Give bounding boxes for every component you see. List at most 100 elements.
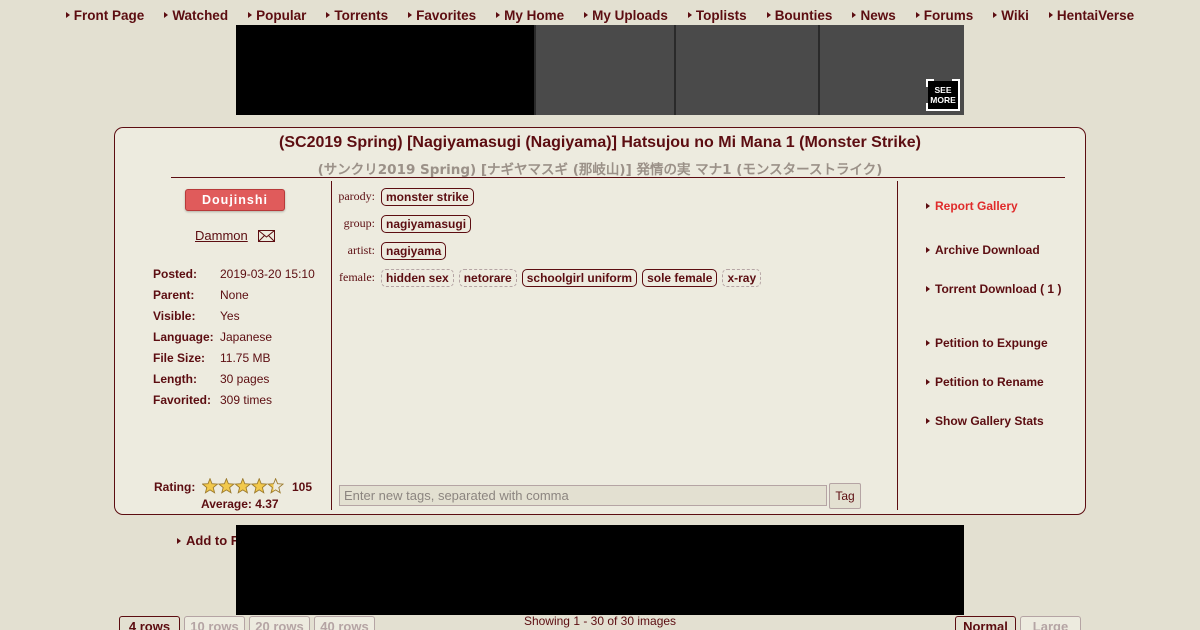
gallery-panel: (SC2019 Spring) [Nagiyamasugi (Nagiyama)… bbox=[114, 127, 1086, 548]
meta-value: None bbox=[220, 287, 249, 302]
rating-star-icon[interactable] bbox=[217, 478, 235, 494]
action-label: Report Gallery bbox=[935, 199, 1018, 213]
mail-icon[interactable] bbox=[258, 230, 275, 242]
meta-value: 2019-03-20 15:10 bbox=[220, 266, 315, 281]
nav-label: Popular bbox=[256, 7, 307, 23]
meta-row: Length: 30 pages bbox=[153, 368, 333, 389]
ad-image bbox=[674, 25, 818, 115]
petition-rename-link[interactable]: Petition to Rename bbox=[926, 375, 1044, 389]
gallery-stats-link[interactable]: Show Gallery Stats bbox=[926, 414, 1044, 428]
column-divider bbox=[331, 181, 332, 510]
arrow-icon bbox=[766, 12, 771, 18]
category-badge[interactable]: Doujinshi bbox=[185, 189, 285, 211]
tag[interactable]: hidden sex bbox=[381, 268, 454, 287]
ad-image bbox=[534, 25, 674, 115]
meta-value: 30 pages bbox=[220, 371, 270, 386]
tag[interactable]: x-ray bbox=[722, 268, 762, 287]
tag-namespace: parody: bbox=[338, 189, 375, 203]
petition-expunge-link[interactable]: Petition to Expunge bbox=[926, 336, 1048, 350]
tag[interactable]: schoolgirl uniform bbox=[521, 268, 638, 287]
see-more-text: MORE bbox=[930, 95, 956, 105]
see-more-button[interactable]: SEE MORE bbox=[926, 79, 960, 111]
tag[interactable]: sole female bbox=[642, 268, 718, 287]
arrow-icon bbox=[687, 12, 692, 18]
meta-key: Length: bbox=[153, 371, 197, 386]
nav-label: Toplists bbox=[695, 7, 747, 23]
arrow-icon bbox=[408, 12, 413, 18]
arrow-icon bbox=[993, 12, 998, 18]
arrow-icon bbox=[1048, 12, 1053, 18]
nav-my-uploads[interactable]: My Uploads bbox=[584, 8, 668, 23]
arrow-icon bbox=[926, 286, 930, 292]
nav-wiki[interactable]: Wiki bbox=[993, 8, 1029, 23]
title-divider bbox=[171, 177, 1065, 178]
see-more-text: SEE bbox=[934, 85, 952, 95]
nav-favorites[interactable]: Favorites bbox=[408, 8, 476, 23]
nav-label: Bounties bbox=[774, 7, 833, 23]
arrow-icon bbox=[584, 12, 589, 18]
meta-row: Visible: Yes bbox=[153, 305, 333, 326]
arrow-icon bbox=[926, 340, 930, 346]
rating-stars[interactable] bbox=[202, 478, 284, 494]
archive-download-link[interactable]: Archive Download bbox=[926, 243, 1040, 257]
nav-toplists[interactable]: Toplists bbox=[687, 7, 747, 23]
thumb-size-normal[interactable]: Normal bbox=[955, 616, 1016, 630]
tag[interactable]: nagiyama bbox=[381, 241, 447, 260]
action-label: Archive Download bbox=[935, 243, 1040, 257]
rating-star-icon[interactable] bbox=[202, 478, 219, 494]
arrow-icon bbox=[915, 12, 920, 18]
top-nav: Front Page Watched Popular Torrents Favo… bbox=[0, 4, 1200, 26]
meta-key: Favorited: bbox=[153, 392, 212, 407]
nav-label: Forums bbox=[923, 7, 974, 23]
nav-label: Front Page bbox=[73, 7, 145, 23]
nav-bounties[interactable]: Bounties bbox=[766, 7, 833, 23]
arrow-icon bbox=[852, 12, 857, 18]
tag-submit-button[interactable]: Tag bbox=[829, 483, 861, 509]
new-tags-input[interactable]: Enter new tags, separated with comma bbox=[339, 485, 827, 506]
nav-label: Watched bbox=[172, 7, 229, 23]
action-label: Show Gallery Stats bbox=[935, 414, 1044, 428]
tag[interactable]: netorare bbox=[458, 268, 517, 287]
nav-news[interactable]: News bbox=[852, 7, 896, 23]
tag[interactable]: nagiyamasugi bbox=[381, 214, 472, 233]
nav-forums[interactable]: Forums bbox=[915, 7, 974, 23]
tag-row-female: female: hidden sex netorare schoolgirl u… bbox=[333, 264, 893, 291]
ad-banner-bottom[interactable] bbox=[236, 525, 964, 615]
report-gallery-link[interactable]: Report Gallery bbox=[926, 199, 1018, 213]
action-label: Petition to Rename bbox=[935, 375, 1044, 389]
arrow-icon bbox=[926, 418, 930, 424]
gallery-title-japanese: (サンクリ2019 Spring) [ナギヤマスギ (那岐山)] 発情の実 マナ… bbox=[317, 162, 883, 178]
rating-star-icon[interactable] bbox=[267, 478, 284, 494]
thumb-size-large[interactable]: Large bbox=[1020, 616, 1081, 630]
ad-banner[interactable]: SEE MORE bbox=[236, 25, 964, 115]
frame-corner bbox=[926, 103, 934, 111]
tag[interactable]: monster strike bbox=[381, 187, 474, 206]
meta-key: File Size: bbox=[153, 350, 206, 365]
nav-popular[interactable]: Popular bbox=[248, 8, 306, 23]
nav-label: My Uploads bbox=[592, 7, 668, 23]
nav-front-page[interactable]: Front Page bbox=[65, 7, 145, 23]
rating-star-icon[interactable] bbox=[234, 478, 252, 494]
arrow-icon bbox=[177, 537, 181, 544]
arrow-icon bbox=[326, 12, 331, 18]
nav-watched[interactable]: Watched bbox=[164, 8, 228, 23]
tag-namespace: group: bbox=[343, 216, 375, 230]
meta-row: Parent: None bbox=[153, 284, 333, 305]
nav-label: HentaiVerse bbox=[1056, 7, 1135, 23]
meta-value: 309 times bbox=[220, 392, 273, 407]
nav-torrents[interactable]: Torrents bbox=[326, 8, 388, 23]
uploader-link[interactable]: Dammon bbox=[195, 228, 248, 243]
torrent-download-link[interactable]: Torrent Download ( 1 ) bbox=[926, 282, 1061, 296]
action-label: Torrent Download ( 1 ) bbox=[935, 282, 1062, 296]
nav-label: News bbox=[860, 7, 896, 23]
nav-hentaiverse[interactable]: HentaiVerse bbox=[1048, 7, 1135, 23]
arrow-icon bbox=[926, 203, 930, 209]
nav-my-home[interactable]: My Home bbox=[496, 8, 564, 23]
frame-corner bbox=[952, 79, 960, 87]
gallery-info: Doujinshi Dammon Posted: 2019-03-20 15:10… bbox=[115, 181, 333, 548]
meta-row: Language: Japanese bbox=[153, 326, 333, 347]
nav-label: Favorites bbox=[416, 7, 477, 23]
meta-key: Posted: bbox=[153, 266, 198, 281]
rating-star-icon[interactable] bbox=[250, 478, 268, 494]
meta-value: Yes bbox=[220, 308, 240, 323]
